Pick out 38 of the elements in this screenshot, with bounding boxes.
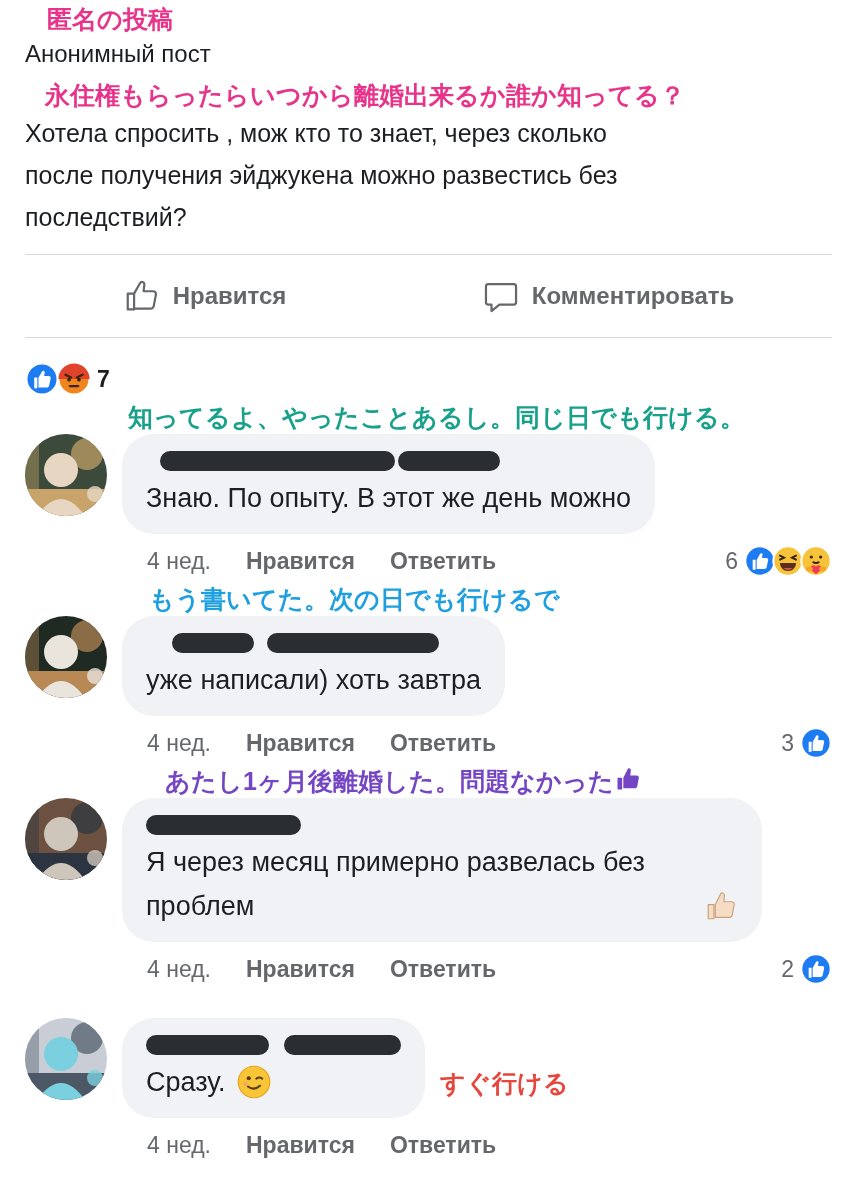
like-link[interactable]: Нравится [246, 725, 355, 761]
annotation-text: すぐ行ける [440, 1068, 569, 1098]
comment-text: уже написали) хоть завтра [146, 664, 481, 697]
reply-link[interactable]: Ответить [389, 1127, 497, 1163]
annotation-text: 永住権もらったらいつから離婚出来るか誰か知ってる？ [45, 80, 685, 110]
like-reaction-icon [25, 362, 59, 396]
reply-link[interactable]: Ответить [389, 951, 497, 987]
annotation-text: 匿名の投稿 [47, 4, 173, 34]
laughing-reaction-icon [772, 545, 804, 577]
comment-button[interactable]: Комментировать [473, 273, 743, 319]
like-button[interactable]: Нравится [114, 273, 295, 319]
hugging-reaction-icon [800, 545, 832, 577]
reply-link[interactable]: Ответить [389, 543, 497, 579]
author-name: Анонимный пост [25, 39, 212, 69]
comment-time: 4 нед. [147, 728, 211, 758]
annotation-text: 知ってるよ、やったことあるし。同じ日でも行ける。 [128, 402, 745, 432]
reaction-count: 7 [97, 364, 110, 394]
angry-reaction-icon [57, 362, 91, 396]
winking-face-icon [235, 1064, 272, 1100]
comment-time: 4 нед. [147, 954, 211, 984]
comment-time: 4 нед. [147, 546, 211, 576]
like-link[interactable]: Нравится [246, 951, 355, 987]
like-link[interactable]: Нравится [246, 1127, 355, 1163]
reaction-count: 6 [725, 546, 738, 576]
comment-text: Я через месяц примерно развелась без проблем [146, 846, 646, 923]
annotation-text: もう書いてた。次の日でも行けるで [149, 584, 560, 614]
like-reaction-icon [800, 727, 832, 759]
reaction-count: 3 [781, 728, 794, 758]
post-text: Хотела спросить , мож кто то знает, через сколько после получения эйджукена можно развестись без последствий? [25, 118, 619, 233]
like-reaction-icon [800, 953, 832, 985]
comment-text: Знаю. По опыту. В этот же день можно [146, 482, 632, 515]
reaction-count: 2 [781, 954, 794, 984]
comment-time: 4 нед. [147, 1130, 211, 1160]
annotation-text: あたし1ヶ月後離婚した。問題なかった [165, 766, 614, 796]
reply-link[interactable]: Ответить [389, 725, 497, 761]
like-link[interactable]: Нравится [246, 543, 355, 579]
like-reaction-icon [744, 545, 776, 577]
comment-text: Сразу. [146, 1066, 226, 1099]
